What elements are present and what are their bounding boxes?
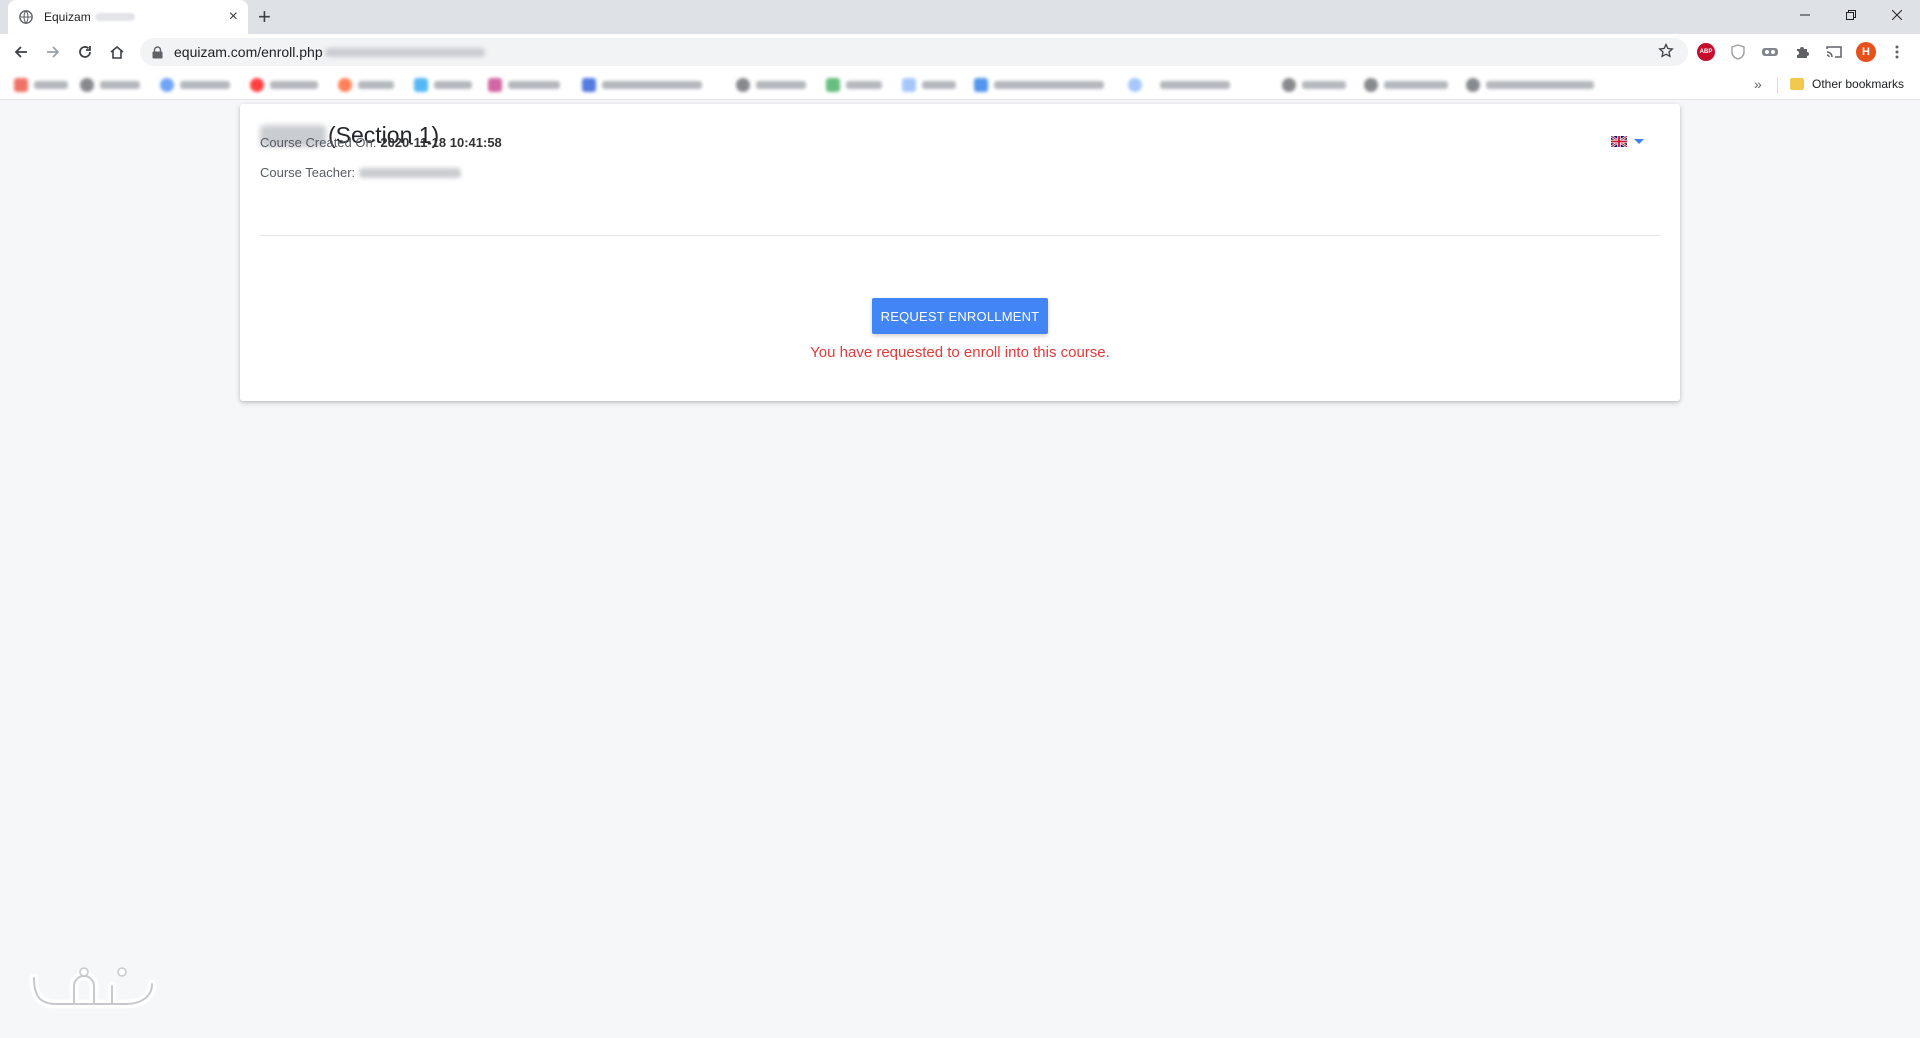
back-arrow-icon[interactable] [10,41,32,63]
teacher-label: Course Teacher: [260,165,356,180]
browser-menu-icon[interactable] [1888,43,1906,61]
glasses-extension-icon[interactable] [1761,43,1779,61]
bookmark-item[interactable] [902,78,956,92]
adblock-extension-icon[interactable]: ABP [1697,43,1715,61]
uk-flag-icon [1611,136,1627,147]
minimize-icon[interactable] [1782,0,1828,30]
bookmark-item[interactable] [338,78,394,92]
puzzle-extensions-icon[interactable] [1793,43,1811,61]
tab-close-icon[interactable]: × [229,9,238,25]
enrollment-status-message: You have requested to enroll into this c… [810,344,1110,361]
course-created: Course Created On: 2020-11-18 10:41:58 [260,135,502,150]
bookmark-item[interactable] [974,78,1104,92]
bookmarks-bar: » Other bookmarks [0,70,1920,100]
close-window-icon[interactable] [1874,0,1920,30]
bookmarks-overflow-button[interactable]: » [1754,76,1762,92]
browser-tab[interactable]: Equizam × [8,0,248,34]
shield-extension-icon[interactable] [1729,43,1747,61]
course-teacher: Course Teacher: [260,165,462,180]
bookmark-item[interactable] [1128,78,1148,92]
bookmark-item[interactable] [160,78,230,92]
bookmark-star-icon[interactable] [1658,42,1674,64]
bookmark-item[interactable] [1160,78,1230,92]
forward-arrow-icon[interactable] [42,41,64,63]
globe-icon [18,9,34,25]
bookmark-item[interactable] [80,78,140,92]
folder-icon [1790,78,1804,90]
home-icon[interactable] [106,41,128,63]
teacher-name-redacted [359,167,462,178]
tab-title-redacted [94,13,135,21]
bookmark-item[interactable] [14,78,68,92]
profile-avatar[interactable]: H [1856,42,1876,62]
tab-title: Equizam [44,10,91,24]
request-enrollment-button[interactable]: REQUEST ENROLLMENT [872,298,1048,334]
card-divider [260,235,1660,236]
url-text: equizam.com/enroll.php [174,44,323,60]
bookmark-item[interactable] [1466,78,1594,92]
bookmark-item[interactable] [250,78,318,92]
reload-icon[interactable] [74,41,96,63]
address-bar[interactable]: equizam.com/enroll.php [140,38,1688,66]
language-selector[interactable] [1611,136,1644,147]
other-bookmarks-label: Other bookmarks [1812,77,1905,91]
watermark-logo [26,964,166,1019]
browser-toolbar: equizam.com/enroll.php ABP H [0,34,1920,70]
cast-icon[interactable] [1825,43,1843,61]
url-query-redacted [324,47,485,57]
lock-icon [152,45,166,59]
new-tab-button[interactable]: + [258,5,271,29]
created-value: 2020-11-18 10:41:58 [380,135,502,150]
bookmarks-separator [1777,78,1778,94]
created-label: Course Created On: [260,135,377,150]
bookmark-item[interactable] [582,78,702,92]
restore-icon[interactable] [1828,0,1874,30]
bookmark-item[interactable] [1282,78,1346,92]
bookmark-item[interactable] [414,78,472,92]
other-bookmarks-button[interactable]: Other bookmarks [1790,77,1904,91]
bookmark-item[interactable] [736,78,806,92]
bookmark-item[interactable] [488,78,560,92]
chevron-down-icon [1634,139,1644,144]
course-card: (Section 1) Course Created On: 2020-11-1… [240,104,1680,401]
bookmark-item[interactable] [1364,78,1448,92]
browser-tab-strip: Equizam × + [0,0,1920,34]
bookmark-item[interactable] [826,78,882,92]
